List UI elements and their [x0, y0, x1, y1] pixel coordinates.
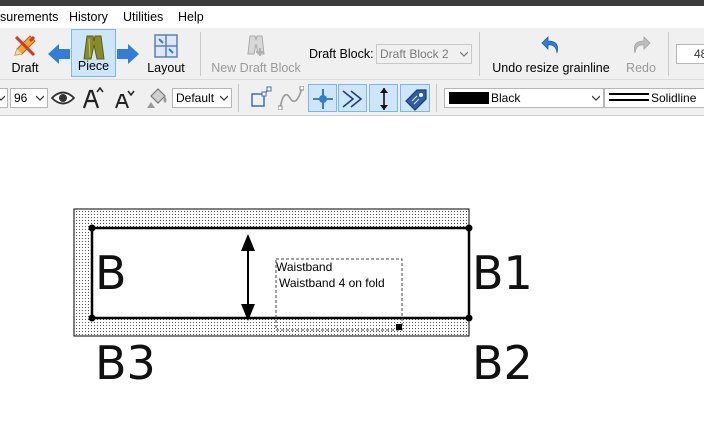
- chevron-down-icon: [220, 95, 228, 101]
- menu-utilities[interactable]: Utilities: [123, 10, 163, 24]
- eye-icon[interactable]: [51, 89, 75, 107]
- new-draft-block-button[interactable]: New Draft Block: [208, 30, 304, 78]
- notch-tool-button[interactable]: [338, 84, 367, 112]
- line-style-swatch: [609, 93, 649, 101]
- chevron-down-icon: [592, 95, 600, 101]
- menu-measurements[interactable]: surements: [0, 10, 58, 24]
- undo-button[interactable]: Undo resize grainline: [488, 30, 614, 78]
- main-toolbar: Draft Piece Layout New Draft Block Draft: [0, 28, 704, 80]
- layout-mode-button[interactable]: Layout: [142, 30, 190, 78]
- font-style-select[interactable]: Default: [172, 88, 232, 108]
- draft-pencil-icon: [14, 35, 36, 57]
- curve-tool-icon[interactable]: [278, 86, 304, 110]
- font-size-value: 96: [14, 91, 28, 105]
- layout-sheets-icon: [154, 34, 178, 58]
- label-resize-handle: [396, 324, 402, 330]
- new-block-icon: [247, 35, 265, 56]
- line-style-value: Solidline: [651, 91, 697, 105]
- piece-info-text: Waistband 4 on fold: [279, 276, 385, 290]
- arrow-left-icon: [48, 44, 70, 64]
- point-label-b[interactable]: B: [95, 250, 127, 296]
- font-increase-icon[interactable]: [82, 86, 104, 110]
- font-style-value: Default: [176, 91, 215, 105]
- point-label-b1[interactable]: B1: [472, 250, 533, 296]
- arrow-right-icon: [117, 44, 139, 64]
- font-size-select[interactable]: 96: [10, 88, 48, 108]
- toolbar-separator: [200, 32, 201, 76]
- zoom-value: 48: [694, 47, 704, 61]
- line-color-select[interactable]: Black: [444, 88, 604, 108]
- piece-mode-label: Piece: [77, 59, 110, 73]
- crosshair-icon: [313, 89, 333, 109]
- line-style-select[interactable]: Solidline: [604, 88, 704, 108]
- zoom-input[interactable]: 48: [676, 44, 704, 64]
- draft-mode-label: Draft: [11, 61, 39, 75]
- partial-select[interactable]: [0, 88, 8, 108]
- tag-icon: [405, 89, 427, 111]
- piece-name-text: Waistband: [276, 260, 333, 274]
- draft-block-select[interactable]: Draft Block 2: [376, 44, 472, 64]
- draft-mode-button[interactable]: Draft: [2, 30, 48, 78]
- redo-button[interactable]: Redo: [620, 30, 662, 78]
- toolbar-separator: [668, 32, 669, 76]
- tools-toolbar: 96 Default Black Solidline: [0, 80, 704, 116]
- piece-mode-button[interactable]: Piece: [71, 29, 116, 77]
- font-decrease-icon[interactable]: [113, 88, 135, 110]
- draft-block-label: Draft Block:: [309, 47, 374, 61]
- point-b2-marker: [465, 314, 473, 322]
- point-b-marker: [88, 224, 96, 232]
- toolbar-separator: [479, 32, 480, 76]
- point-tool-icon[interactable]: [248, 86, 272, 110]
- paint-bucket-icon[interactable]: [145, 86, 169, 110]
- point-label-b2[interactable]: B2: [472, 340, 533, 386]
- color-swatch: [449, 92, 489, 104]
- chevron-down-icon: [460, 51, 468, 57]
- redo-label: Redo: [626, 61, 656, 75]
- menu-history[interactable]: History: [69, 10, 108, 24]
- label-tool-button[interactable]: [400, 84, 430, 112]
- draft-block-value: Draft Block 2: [380, 47, 449, 61]
- point-label-b3[interactable]: B3: [95, 340, 156, 386]
- new-draft-block-label: New Draft Block: [211, 61, 301, 75]
- layout-mode-label: Layout: [147, 61, 185, 75]
- toolbar-separator: [436, 84, 437, 112]
- chevron-down-icon: [36, 95, 44, 101]
- point-b1-marker: [465, 224, 473, 232]
- undo-label: Undo resize grainline: [492, 61, 610, 75]
- undo-arrow-icon: [541, 36, 558, 54]
- double-chevron-icon: [342, 90, 363, 108]
- node-tool-button[interactable]: [308, 84, 337, 112]
- toolbar-separator: [238, 84, 239, 112]
- menu-help[interactable]: Help: [178, 10, 204, 24]
- menu-bar: surements History Utilities Help: [0, 6, 704, 28]
- grainline-tool-button[interactable]: [369, 84, 398, 112]
- line-color-value: Black: [491, 91, 521, 105]
- piece-garment-icon: [83, 35, 105, 60]
- point-b3-marker: [88, 314, 96, 322]
- redo-arrow-icon: [634, 36, 651, 54]
- drawing-canvas[interactable]: Waistband Waistband 4 on fold B B1 B2 B3: [0, 117, 704, 435]
- chevron-down-icon: [0, 95, 5, 101]
- grainline-arrow-icon: [380, 88, 388, 110]
